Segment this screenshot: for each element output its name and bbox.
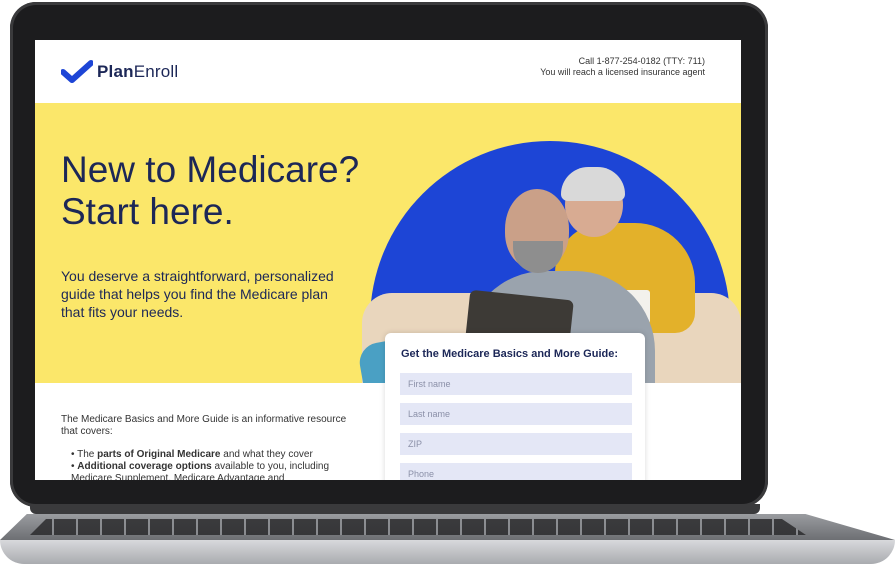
laptop-screen: PlanEnroll Call 1-877-254-0182 (TTY: 711…: [35, 40, 741, 480]
laptop-hinge: [30, 504, 760, 514]
bullet-bold: parts of Original Medicare: [97, 449, 221, 460]
guide-bullets: The parts of Original Medicare and what …: [71, 449, 361, 480]
form-title: Get the Medicare Basics and More Guide:: [401, 348, 619, 360]
hero-heading: New to Medicare? Start here.: [61, 149, 359, 233]
call-note: You will reach a licensed insurance agen…: [540, 67, 705, 77]
logo-text-regular: Enroll: [133, 62, 179, 81]
hero-heading-line1: New to Medicare?: [61, 149, 360, 190]
bullet-text: The: [77, 449, 98, 460]
zip-field[interactable]: [400, 433, 632, 455]
guide-form: Get the Medicare Basics and More Guide:: [385, 333, 645, 480]
logo-text-bold: Plan: [97, 62, 134, 81]
laptop-base: [0, 540, 895, 564]
list-item: Additional coverage options available to…: [71, 461, 361, 480]
bullet-text: and what they cover: [220, 449, 313, 460]
call-info: Call 1-877-254-0182 (TTY: 711) You will …: [540, 56, 705, 78]
logo-text: PlanEnroll: [97, 62, 178, 82]
phone-field[interactable]: [400, 463, 632, 480]
guide-intro: The Medicare Basics and More Guide is an…: [61, 414, 347, 437]
list-item: The parts of Original Medicare and what …: [71, 449, 361, 461]
last-name-field[interactable]: [400, 403, 632, 425]
first-name-field[interactable]: [400, 373, 632, 395]
laptop-keys: [30, 519, 806, 535]
site-header: PlanEnroll Call 1-877-254-0182 (TTY: 711…: [35, 40, 741, 103]
planenroll-logo[interactable]: PlanEnroll: [61, 60, 178, 84]
hero-heading-line2: Start here.: [61, 191, 234, 232]
call-phone[interactable]: Call 1-877-254-0182 (TTY: 711): [540, 56, 705, 67]
hero-lead: You deserve a straightforward, personali…: [61, 268, 334, 320]
bullet-bold: Additional coverage options: [77, 461, 212, 472]
checkmark-icon: [61, 60, 93, 83]
